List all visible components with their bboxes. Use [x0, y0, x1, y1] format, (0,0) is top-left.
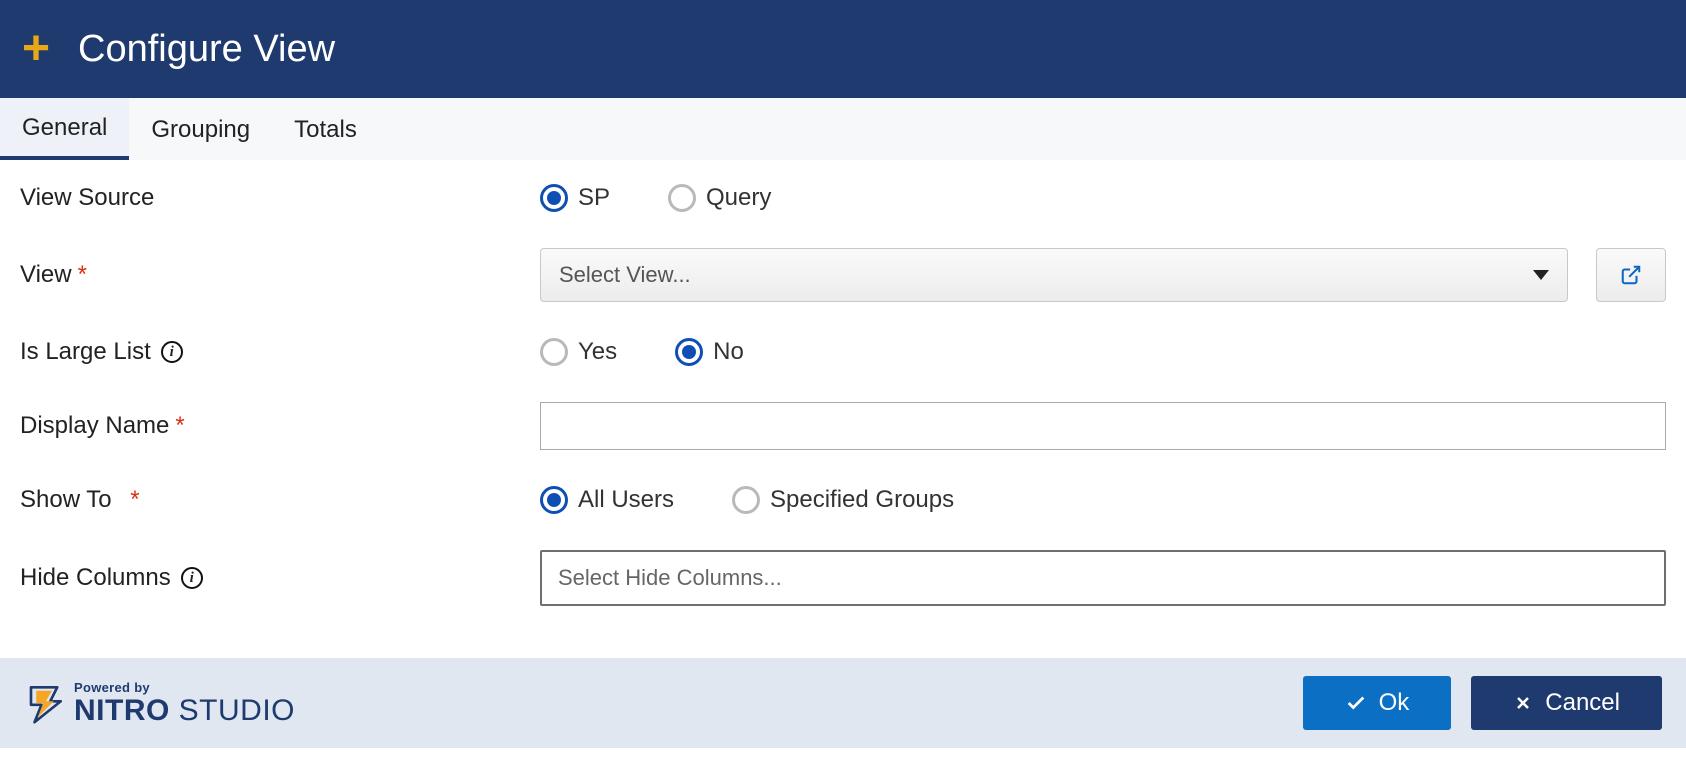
label-text-display-name: Display Name: [20, 412, 169, 440]
radio-label-query: Query: [706, 184, 771, 212]
label-hide-columns: Hide Columns i: [20, 564, 540, 592]
radio-label-yes: Yes: [578, 338, 617, 366]
row-is-large-list: Is Large List i Yes No: [20, 338, 1666, 366]
label-view-source: View Source: [20, 184, 540, 212]
radio-label-sp: SP: [578, 184, 610, 212]
label-display-name: Display Name*: [20, 412, 540, 440]
brand-logo: Powered by NITRO STUDIO: [24, 681, 295, 726]
ctrl-view: Select View...: [540, 248, 1666, 302]
info-icon[interactable]: i: [161, 341, 183, 363]
ctrl-show-to: All Users Specified Groups: [540, 486, 1666, 514]
row-display-name: Display Name*: [20, 402, 1666, 450]
radio-dot-icon: [540, 486, 568, 514]
chevron-down-icon: [1533, 270, 1549, 280]
ctrl-hide-columns: Select Hide Columns...: [540, 550, 1666, 606]
cancel-button-label: Cancel: [1545, 689, 1620, 717]
label-text-view-source: View Source: [20, 184, 154, 212]
label-text-view: View: [20, 261, 72, 289]
radio-show-to-groups[interactable]: Specified Groups: [732, 486, 954, 514]
check-icon: [1345, 692, 1367, 714]
external-link-icon: [1620, 264, 1642, 286]
view-select[interactable]: Select View...: [540, 248, 1568, 302]
label-text-is-large-list: Is Large List: [20, 338, 151, 366]
brand-powered-by: Powered by: [74, 681, 295, 694]
cancel-button[interactable]: Cancel: [1471, 676, 1662, 730]
label-text-show-to: Show To: [20, 486, 112, 514]
view-select-placeholder: Select View...: [559, 262, 691, 288]
radio-view-source-sp[interactable]: SP: [540, 184, 610, 212]
radio-label-specified-groups: Specified Groups: [770, 486, 954, 514]
radio-dot-icon: [540, 338, 568, 366]
ok-button-label: Ok: [1379, 689, 1410, 717]
radio-dot-icon: [668, 184, 696, 212]
info-icon[interactable]: i: [181, 567, 203, 589]
label-text-hide-columns: Hide Columns: [20, 564, 171, 592]
radio-dot-icon: [540, 184, 568, 212]
ctrl-view-source: SP Query: [540, 184, 1666, 212]
required-asterisk: *: [130, 486, 139, 514]
row-hide-columns: Hide Columns i Select Hide Columns...: [20, 550, 1666, 606]
ok-button[interactable]: Ok: [1303, 676, 1452, 730]
radio-show-to-all[interactable]: All Users: [540, 486, 674, 514]
form-panel: View Source SP Query View* Select View..…: [0, 160, 1686, 658]
row-view: View* Select View...: [20, 248, 1666, 302]
display-name-input[interactable]: [540, 402, 1666, 450]
hide-columns-placeholder: Select Hide Columns...: [558, 565, 782, 591]
hide-columns-select[interactable]: Select Hide Columns...: [540, 550, 1666, 606]
brand-name-bold: NITRO: [74, 694, 170, 727]
tab-grouping[interactable]: Grouping: [129, 98, 272, 160]
row-view-source: View Source SP Query: [20, 184, 1666, 212]
dialog-header: + Configure View: [0, 0, 1686, 98]
radio-large-list-yes[interactable]: Yes: [540, 338, 617, 366]
label-show-to: Show To *: [20, 486, 540, 514]
plus-icon: +: [22, 25, 50, 73]
ctrl-display-name: [540, 402, 1666, 450]
radio-dot-icon: [732, 486, 760, 514]
row-show-to: Show To * All Users Specified Groups: [20, 486, 1666, 514]
radio-large-list-no[interactable]: No: [675, 338, 744, 366]
close-icon: [1513, 693, 1533, 713]
required-asterisk: *: [78, 261, 87, 289]
tab-general[interactable]: General: [0, 98, 129, 160]
tab-bar: General Grouping Totals: [0, 98, 1686, 160]
radio-label-no: No: [713, 338, 744, 366]
label-is-large-list: Is Large List i: [20, 338, 540, 366]
radio-label-all-users: All Users: [578, 486, 674, 514]
tab-totals[interactable]: Totals: [272, 98, 379, 160]
nitro-bolt-icon: [24, 682, 66, 724]
brand-name-light: STUDIO: [170, 694, 295, 727]
dialog-footer: Powered by NITRO STUDIO Ok Cancel: [0, 658, 1686, 748]
open-view-external-button[interactable]: [1596, 248, 1666, 302]
radio-dot-icon: [675, 338, 703, 366]
brand-name: NITRO STUDIO: [74, 696, 295, 726]
label-view: View*: [20, 261, 540, 289]
ctrl-is-large-list: Yes No: [540, 338, 1666, 366]
dialog-title: Configure View: [78, 28, 335, 71]
required-asterisk: *: [175, 412, 184, 440]
radio-view-source-query[interactable]: Query: [668, 184, 771, 212]
